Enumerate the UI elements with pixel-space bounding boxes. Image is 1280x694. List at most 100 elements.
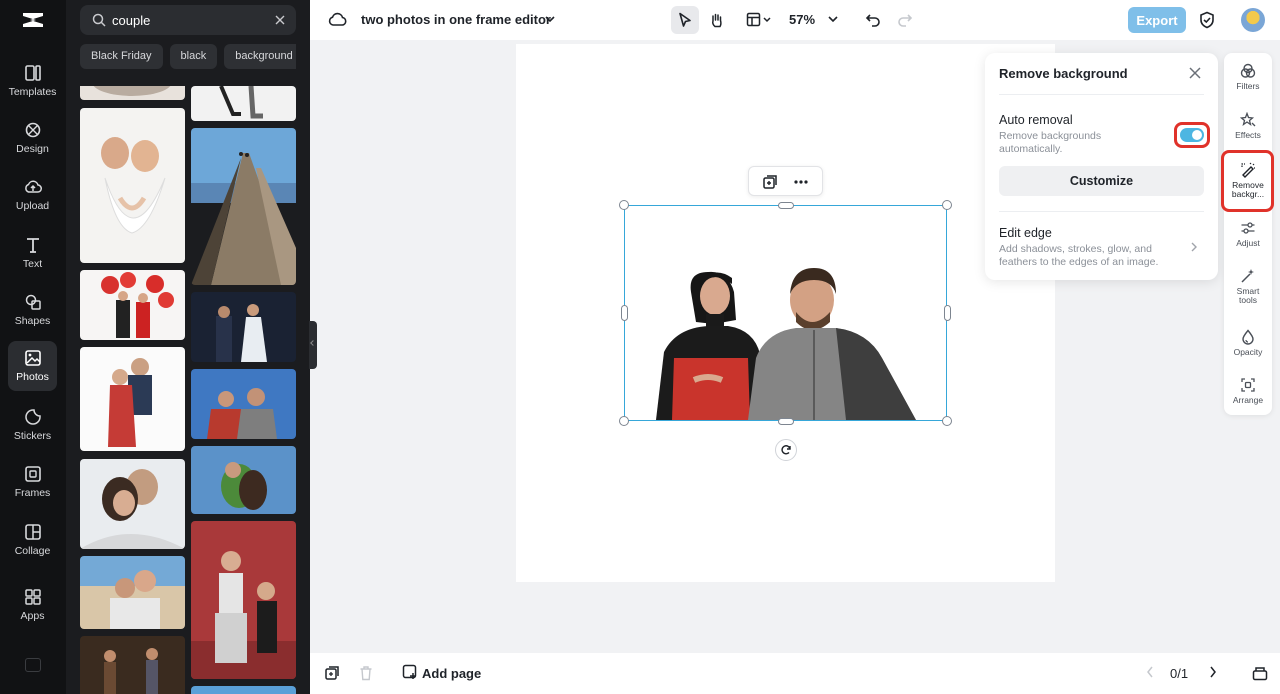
rotate-icon [781, 445, 791, 455]
prop-label: Effects [1235, 130, 1261, 140]
prop-label: Opacity [1233, 347, 1263, 357]
collapse-panel-handle[interactable] [309, 321, 317, 369]
cloud-sync-icon[interactable] [328, 11, 347, 27]
more-options-icon[interactable] [792, 173, 810, 191]
zoom-level[interactable]: 57% [789, 12, 815, 27]
rail-item-apps[interactable]: Apps [8, 580, 57, 630]
chip-black-friday[interactable]: Black Friday [80, 44, 163, 69]
rail-item-design[interactable]: Design [8, 113, 57, 163]
resize-handle-top-right[interactable] [942, 200, 952, 210]
avatar[interactable] [1241, 8, 1265, 32]
photos-panel: Black Fridayblackbackground [66, 0, 310, 694]
chip-black[interactable]: black [169, 44, 218, 69]
resize-handle-top-left[interactable] [619, 200, 629, 210]
rail-label: Frames [14, 487, 51, 499]
resize-handle-top[interactable] [778, 202, 794, 209]
resize-handle-left[interactable] [621, 305, 628, 321]
edit-edge-description[interactable]: Add shadows, strokes, glow, and feathers… [999, 243, 1179, 268]
trash-icon[interactable] [359, 665, 373, 681]
auto-removal-description: Remove backgrounds automatically. [999, 130, 1102, 155]
customize-button[interactable]: Customize [999, 166, 1204, 196]
rail-item-collage[interactable]: Collage [8, 515, 57, 565]
search-input[interactable] [112, 5, 262, 35]
photo-grid [80, 86, 296, 694]
document-title[interactable]: two photos in one frame editor [361, 12, 551, 27]
rail-label: Photos [16, 371, 49, 383]
chevron-down-icon[interactable] [544, 14, 556, 24]
collage-icon [24, 524, 41, 540]
photo-thumbnail[interactable] [80, 270, 185, 340]
rail-label: Text [22, 258, 43, 270]
rail-item-stickers[interactable]: Stickers [8, 400, 57, 450]
select-tool-button[interactable] [671, 6, 699, 34]
layout-menu-button[interactable] [740, 6, 776, 34]
prop-item-filters[interactable]: Filters [1224, 63, 1272, 91]
pages-panel-icon[interactable] [1252, 665, 1268, 681]
redo-icon[interactable] [897, 12, 913, 28]
photo-thumbnail[interactable] [191, 86, 296, 121]
smart-tools-icon [1241, 269, 1254, 283]
photo-thumbnail[interactable] [80, 556, 185, 629]
photo-thumbnail[interactable] [191, 292, 296, 362]
chip-background[interactable]: background [224, 44, 296, 69]
prop-item-effects[interactable]: Effects [1224, 112, 1272, 140]
resize-handle-right[interactable] [944, 305, 951, 321]
add-page-button[interactable]: Add page [402, 664, 481, 684]
rail-item-upload[interactable]: Upload [8, 170, 57, 220]
photos-icon [24, 350, 41, 366]
zoom-chevron-down-icon[interactable] [827, 14, 839, 24]
export-button[interactable]: Export [1128, 7, 1186, 33]
prop-label: Filters [1236, 81, 1260, 91]
prop-item-opacity[interactable]: Opacity [1224, 329, 1272, 357]
duplicate-page-icon[interactable] [324, 665, 340, 681]
clear-search-icon[interactable] [274, 14, 286, 26]
floating-toolbar [748, 166, 823, 196]
prop-item-adjust[interactable]: Adjust [1224, 220, 1272, 248]
next-page-icon[interactable] [1208, 665, 1218, 679]
undo-icon[interactable] [865, 12, 881, 28]
capcut-logo[interactable] [21, 10, 45, 30]
photo-thumbnail[interactable] [80, 636, 185, 694]
duplicate-icon[interactable] [761, 173, 779, 191]
rotate-button[interactable] [775, 439, 797, 461]
photo-thumbnail[interactable] [191, 128, 296, 285]
filters-icon [1240, 63, 1256, 78]
chevron-right-icon[interactable] [1190, 241, 1198, 253]
selection-box [624, 205, 947, 421]
photo-thumbnail[interactable] [80, 108, 185, 263]
prop-label: Smart tools [1236, 286, 1260, 305]
prop-item-arrange[interactable]: Arrange [1224, 377, 1272, 405]
photo-thumbnail[interactable] [191, 521, 296, 679]
resize-handle-bottom-left[interactable] [619, 416, 629, 426]
auto-removal-toggle[interactable] [1180, 128, 1204, 142]
rail-label: Templates [8, 86, 57, 98]
top-bar: two photos in one frame editor 57% Expor… [310, 0, 1280, 40]
photo-thumbnail[interactable] [80, 347, 185, 451]
rail-item-templates[interactable]: Templates [8, 56, 57, 106]
photo-thumbnail[interactable] [191, 369, 296, 439]
frames-icon [24, 466, 41, 482]
rail-label: Stickers [13, 430, 52, 442]
prop-label: Arrange [1232, 395, 1264, 405]
rail-item-text[interactable]: Text [8, 228, 57, 278]
auto-removal-toggle-highlight[interactable] [1174, 122, 1210, 148]
hand-tool-button[interactable] [703, 6, 731, 34]
close-icon[interactable] [1188, 66, 1202, 80]
photo-thumbnail[interactable] [191, 686, 296, 694]
rail-item-frames[interactable]: Frames [8, 457, 57, 507]
prop-item-smart-tools[interactable]: Smart tools [1224, 268, 1272, 305]
keyboard-icon[interactable] [25, 658, 41, 672]
rail-item-photos[interactable]: Photos [8, 341, 57, 391]
page-indicator: 0/1 [1170, 666, 1189, 681]
photo-thumbnail[interactable] [191, 446, 296, 514]
apps-icon [24, 589, 41, 605]
previous-page-icon[interactable] [1145, 665, 1155, 679]
prop-label: Adjust [1236, 238, 1260, 248]
shield-icon[interactable] [1199, 11, 1215, 29]
photo-thumbnail[interactable] [80, 459, 185, 549]
resize-handle-bottom[interactable] [778, 418, 794, 425]
resize-handle-bottom-right[interactable] [942, 416, 952, 426]
rail-item-shapes[interactable]: Shapes [8, 285, 57, 335]
edit-edge-label[interactable]: Edit edge [999, 226, 1052, 240]
photo-thumbnail[interactable] [80, 86, 185, 100]
